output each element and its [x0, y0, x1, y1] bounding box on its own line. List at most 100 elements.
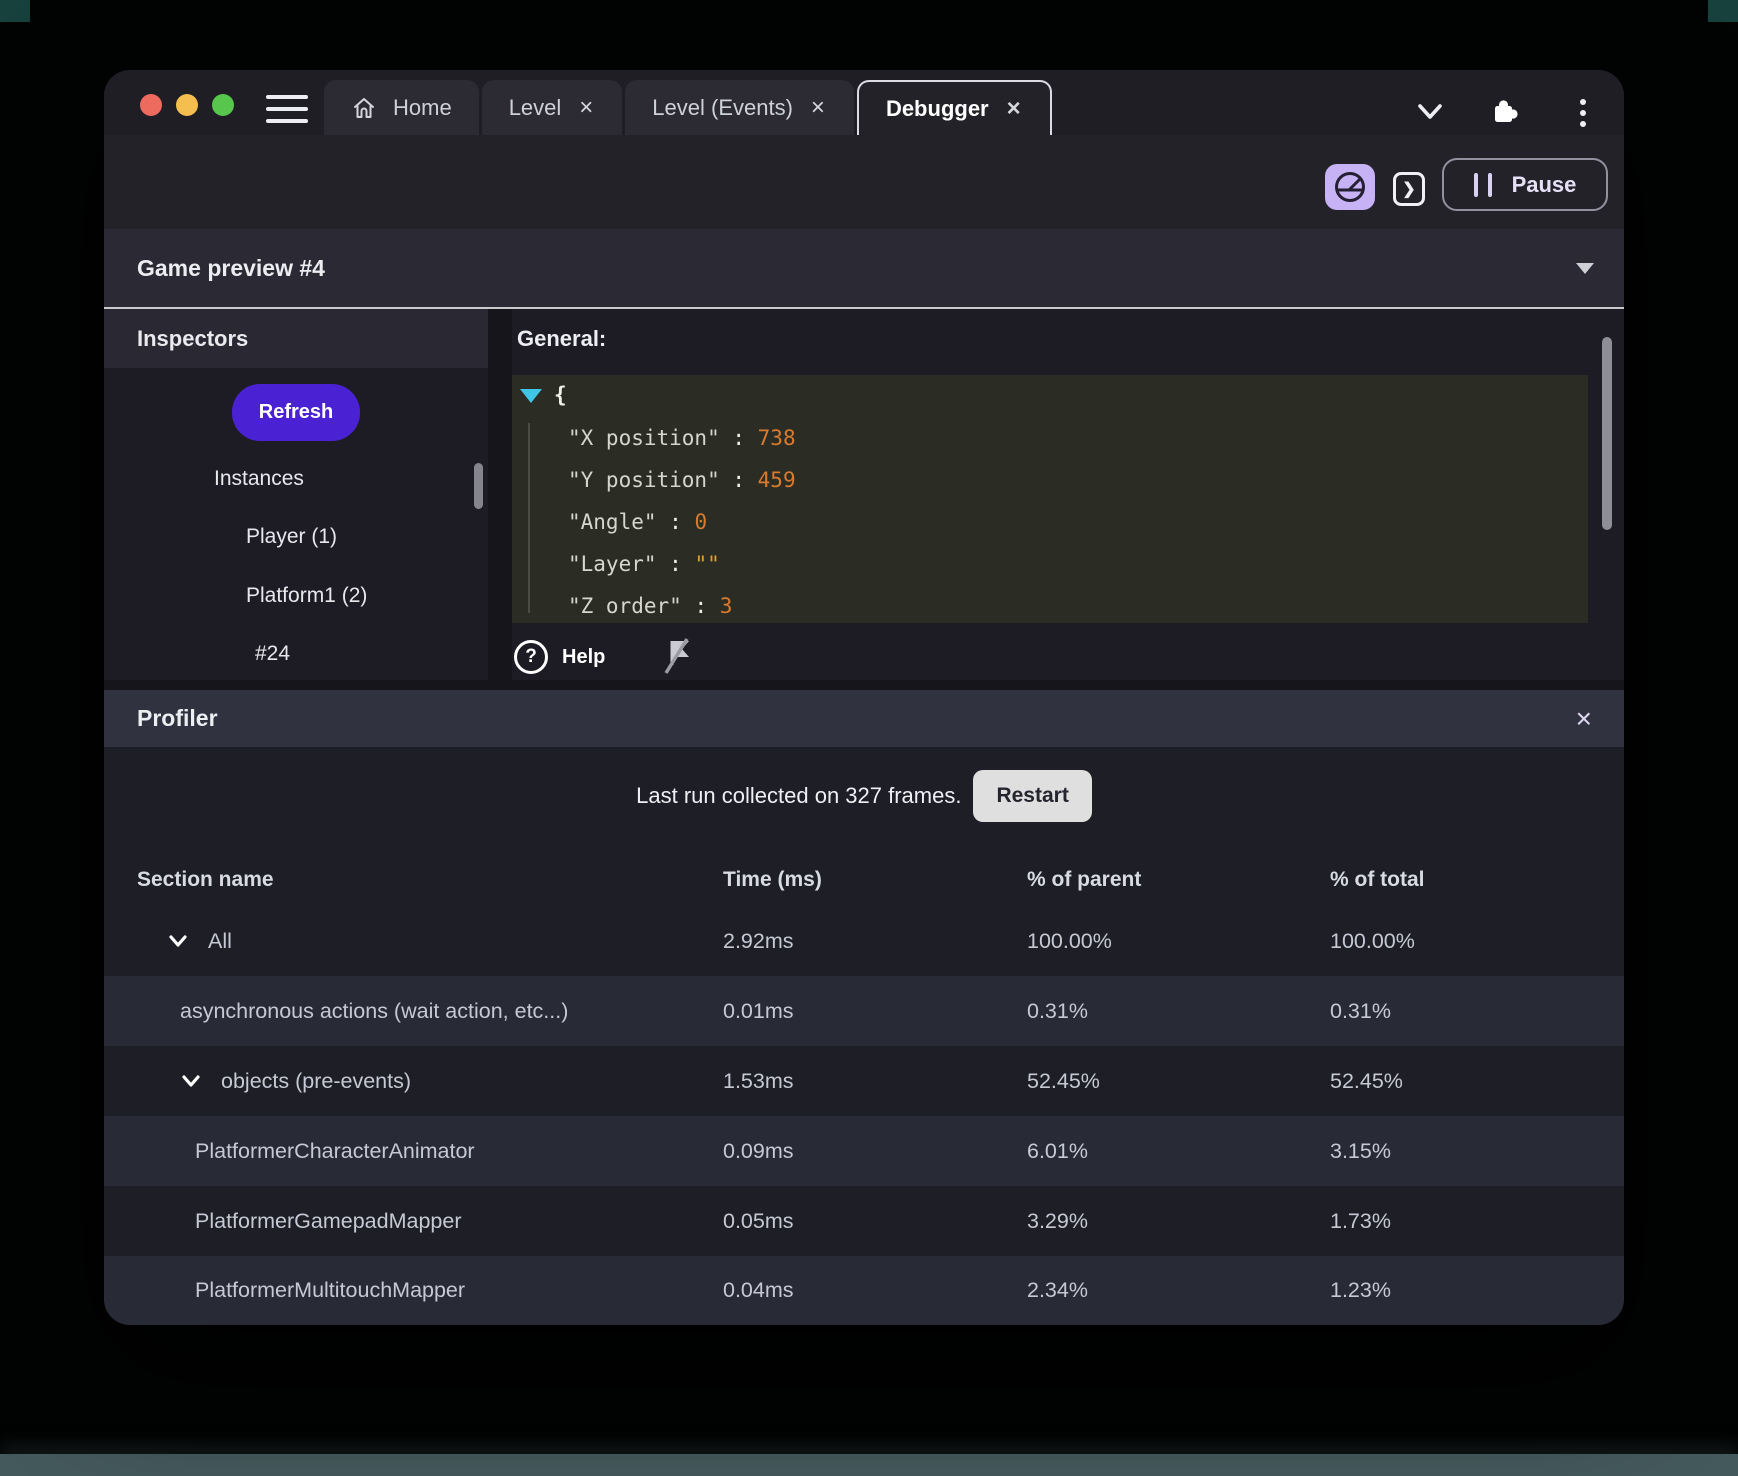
- time-value: 0.01ms: [723, 998, 794, 1023]
- indent-guide: [528, 423, 530, 613]
- tab-label: Home: [393, 94, 452, 120]
- chevron-down-icon[interactable]: [165, 928, 191, 954]
- json-value[interactable]: 3: [720, 594, 733, 618]
- tab-bar: Home Level × Level (Events) × Debugger ×: [324, 80, 1052, 135]
- section-name: asynchronous actions (wait action, etc..…: [180, 998, 569, 1023]
- percent-of-total: 3.15%: [1330, 1138, 1391, 1163]
- table-row[interactable]: PlatformerCharacterAnimator 0.09ms 6.01%…: [104, 1116, 1624, 1186]
- json-value[interactable]: "": [694, 552, 719, 576]
- json-inspector: { "X position" : 738 "Y position" : 459 …: [512, 375, 1588, 623]
- profiler-status-row: Last run collected on 327 frames. Restar…: [104, 769, 1624, 823]
- table-row[interactable]: asynchronous actions (wait action, etc..…: [104, 976, 1624, 1046]
- percent-of-parent: 3.29%: [1027, 1208, 1088, 1233]
- time-value: 0.05ms: [723, 1208, 794, 1233]
- scrollbar-thumb[interactable]: [474, 463, 483, 509]
- inspector-item-platform1[interactable]: Platform1 (2): [246, 584, 367, 608]
- help-label[interactable]: Help: [562, 646, 605, 669]
- unpin-flag-icon[interactable]: [663, 638, 693, 676]
- zoom-window-button[interactable]: [212, 94, 234, 116]
- close-icon[interactable]: ×: [1576, 703, 1592, 735]
- percent-of-parent: 2.34%: [1027, 1278, 1088, 1302]
- scrollbar-thumb[interactable]: [1602, 337, 1612, 530]
- table-row[interactable]: objects (pre-events) 1.53ms 52.45% 52.45…: [104, 1046, 1624, 1116]
- table-row[interactable]: PlatformerMultitouchMapper 0.04ms 2.34% …: [104, 1256, 1624, 1325]
- window-chrome: Home Level × Level (Events) × Debugger ×: [104, 70, 1624, 229]
- help-icon[interactable]: ?: [514, 640, 548, 674]
- json-line: "Y position" : 459: [568, 468, 796, 492]
- debugger-speedometer-button[interactable]: [1325, 164, 1375, 210]
- time-value: 2.92ms: [723, 928, 794, 953]
- percent-of-total: 52.45%: [1330, 1068, 1403, 1093]
- refresh-button[interactable]: Refresh: [232, 384, 360, 441]
- tab-label: Debugger: [885, 95, 989, 121]
- desktop-corner: [1708, 0, 1738, 22]
- app-window: Home Level × Level (Events) × Debugger ×: [104, 70, 1624, 1325]
- chevron-down-icon[interactable]: [178, 1068, 204, 1094]
- section-name: objects (pre-events): [221, 1068, 411, 1093]
- json-value[interactable]: 738: [758, 426, 796, 450]
- home-icon: [354, 97, 374, 118]
- percent-of-parent: 0.31%: [1027, 998, 1088, 1023]
- tab-label: Level (Events): [652, 94, 793, 120]
- profiler-header: Profiler ×: [104, 690, 1624, 747]
- percent-of-total: 1.73%: [1330, 1208, 1391, 1233]
- menu-icon[interactable]: [266, 95, 308, 123]
- close-tab-icon[interactable]: ×: [577, 94, 595, 122]
- close-tab-icon[interactable]: ×: [1005, 95, 1023, 123]
- profiler-table-header: Section name Time (ms) % of parent % of …: [104, 857, 1624, 903]
- column-header: % of parent: [1027, 868, 1142, 891]
- pause-icon: [1473, 172, 1492, 197]
- chevron-down-icon[interactable]: [1417, 102, 1443, 122]
- console-button[interactable]: ❯: [1393, 172, 1425, 206]
- tab-home[interactable]: Home: [324, 80, 479, 135]
- profiler-panel: Last run collected on 327 frames. Restar…: [104, 747, 1624, 1325]
- speedometer-icon: [1335, 172, 1365, 202]
- section-name: PlatformerGamepadMapper: [195, 1208, 462, 1233]
- desktop-corner: [0, 0, 30, 22]
- game-preview-header[interactable]: Game preview #4: [104, 229, 1624, 307]
- tab-debugger[interactable]: Debugger ×: [856, 80, 1052, 135]
- profiler-status-text: Last run collected on 327 frames.: [636, 783, 962, 808]
- restart-button[interactable]: Restart: [973, 770, 1092, 822]
- tab-level[interactable]: Level ×: [481, 80, 623, 135]
- profiler-title: Profiler: [137, 705, 218, 731]
- collapse-triangle-icon[interactable]: [520, 389, 542, 403]
- time-value: 0.09ms: [723, 1138, 794, 1163]
- close-window-button[interactable]: [140, 94, 162, 116]
- section-name: PlatformerMultitouchMapper: [195, 1278, 466, 1302]
- json-line: "Layer" : "": [568, 552, 720, 576]
- game-preview-title: Game preview #4: [137, 254, 325, 281]
- inspectors-header: Inspectors: [104, 309, 488, 368]
- close-tab-icon[interactable]: ×: [809, 94, 827, 122]
- profiler-table: All 2.92ms 100.00% 100.00% asynchronous …: [104, 906, 1624, 1325]
- panel-gap: [104, 680, 1624, 690]
- json-line: "X position" : 738: [568, 426, 796, 450]
- inspector-item-player[interactable]: Player (1): [246, 525, 337, 549]
- percent-of-total: 1.23%: [1330, 1278, 1391, 1302]
- inspector-item-24[interactable]: #24: [255, 642, 290, 666]
- json-value[interactable]: 0: [694, 510, 707, 534]
- column-header: % of total: [1330, 868, 1425, 891]
- kebab-menu-icon[interactable]: [1578, 99, 1588, 127]
- percent-of-parent: 100.00%: [1027, 928, 1112, 953]
- column-header: Time (ms): [723, 868, 822, 891]
- percent-of-parent: 6.01%: [1027, 1138, 1088, 1163]
- desktop-edge: [0, 1454, 1738, 1476]
- general-label: General:: [517, 326, 607, 351]
- traffic-lights: [140, 94, 234, 116]
- json-line: "Angle" : 0: [568, 510, 708, 534]
- tab-level-events[interactable]: Level (Events) ×: [625, 80, 854, 135]
- minimize-window-button[interactable]: [176, 94, 198, 116]
- pause-label: Pause: [1511, 171, 1577, 197]
- table-row[interactable]: All 2.92ms 100.00% 100.00%: [104, 906, 1624, 976]
- extensions-puzzle-icon[interactable]: [1490, 97, 1522, 128]
- percent-of-total: 100.00%: [1330, 928, 1415, 953]
- pause-button[interactable]: Pause: [1442, 158, 1608, 211]
- inspector-item-instances[interactable]: Instances: [214, 467, 304, 491]
- inspectors-panel: Refresh Instances Player (1) Platform1 (…: [104, 368, 488, 680]
- json-value[interactable]: 459: [758, 468, 796, 492]
- tab-label: Level: [508, 94, 562, 120]
- chevron-down-icon[interactable]: [1576, 263, 1594, 274]
- panel-gap: [488, 309, 512, 680]
- table-row[interactable]: PlatformerGamepadMapper 0.05ms 3.29% 1.7…: [104, 1186, 1624, 1256]
